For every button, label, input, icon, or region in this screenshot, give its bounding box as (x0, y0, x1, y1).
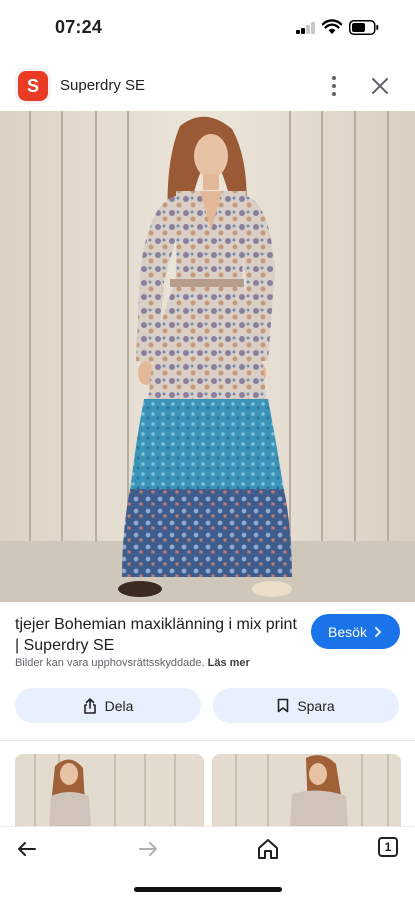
copyright-notice: Bilder kan vara upphovsrättsskyddade. Lä… (15, 657, 250, 669)
share-label: Dela (104, 697, 134, 714)
thumbnail-photo (212, 754, 401, 826)
result-title[interactable]: tjejer Bohemian maxiklänning i mix print… (15, 614, 297, 656)
related-image-thumbnail[interactable] (212, 754, 401, 826)
site-logo[interactable]: S (18, 71, 48, 101)
share-button[interactable]: Dela (15, 688, 201, 723)
viewer-header: S Superdry SE (0, 62, 415, 110)
share-icon (83, 697, 96, 714)
visit-button-label: Besök (328, 623, 367, 640)
home-icon[interactable] (256, 837, 280, 861)
forward-arrow-icon[interactable] (136, 837, 160, 861)
status-bar: 07:24 (0, 0, 415, 56)
signal-icon (296, 22, 316, 34)
save-button[interactable]: Spara (213, 688, 399, 723)
wifi-icon (322, 19, 342, 34)
tabs-icon[interactable]: 1 (378, 837, 398, 857)
close-icon[interactable] (369, 75, 391, 97)
back-arrow-icon[interactable] (15, 837, 39, 861)
bookmark-icon (278, 698, 289, 713)
chevron-right-icon (375, 626, 382, 637)
status-time: 07:24 (55, 17, 103, 37)
copyright-text: Bilder kan vara upphovsrättsskyddade. (15, 657, 205, 669)
visit-button[interactable]: Besök (311, 614, 400, 649)
home-indicator (134, 887, 282, 892)
divider (0, 740, 415, 741)
more-vert-icon[interactable] (324, 74, 344, 98)
battery-icon (349, 20, 379, 35)
site-name[interactable]: Superdry SE (60, 77, 145, 94)
learn-more-link[interactable]: Läs mer (208, 657, 250, 669)
related-image-thumbnail[interactable] (15, 754, 204, 826)
product-image[interactable] (0, 111, 415, 602)
save-label: Spara (297, 697, 335, 714)
thumbnail-photo (15, 754, 204, 826)
product-photo (0, 111, 415, 602)
